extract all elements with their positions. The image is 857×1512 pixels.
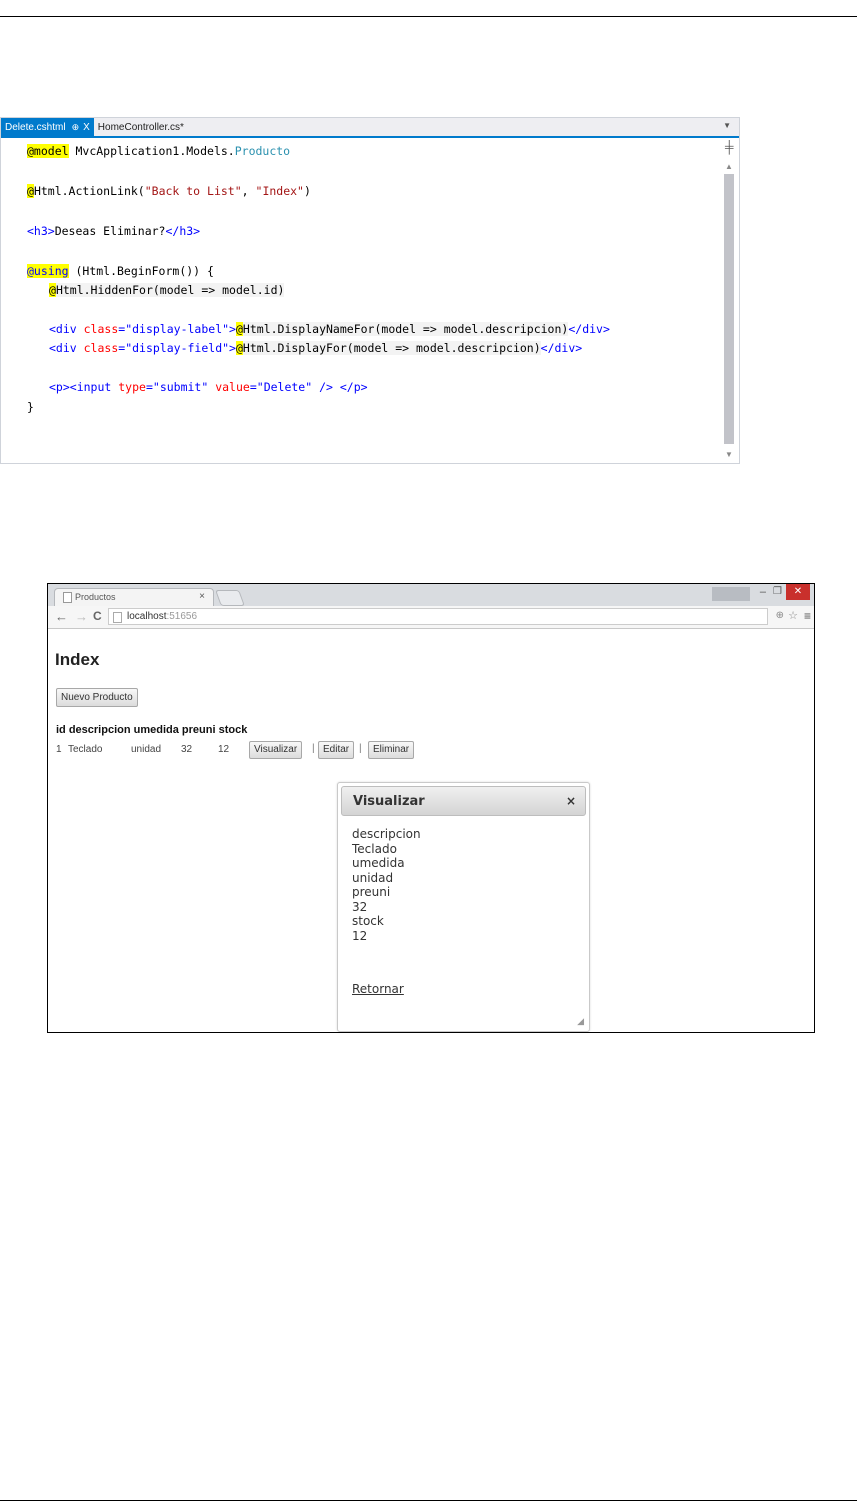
new-tab-button[interactable]: [215, 590, 245, 606]
browser-tab-title: Productos: [75, 592, 116, 602]
address-bar[interactable]: localhost:51656: [108, 608, 768, 625]
vertical-scrollbar[interactable]: ╪ ▲ ▼: [721, 138, 737, 461]
detail-label: stock: [352, 914, 384, 928]
visualizar-dialog: Visualizar × descripcion Teclado umedida…: [337, 782, 590, 1032]
zoom-icon[interactable]: ⊕: [776, 610, 784, 621]
reload-icon[interactable]: C: [93, 609, 102, 623]
detail-label: preuni: [352, 885, 391, 899]
minimize-icon[interactable]: –: [760, 586, 766, 598]
back-arrow-icon[interactable]: ←: [55, 609, 68, 624]
top-rule: [0, 16, 857, 17]
code-line-9: }: [27, 400, 34, 414]
code-line-4: @using (Html.BeginForm()) {: [27, 264, 214, 278]
dialog-title-bar[interactable]: Visualizar ×: [341, 786, 586, 816]
cell-preuni: 32: [181, 744, 193, 755]
code-line-3: <h3>Deseas Eliminar?</h3>: [27, 224, 201, 238]
user-profile-button[interactable]: [712, 587, 750, 601]
dialog-title: Visualizar: [353, 794, 425, 809]
bottom-rule: [0, 1500, 857, 1501]
chevron-down-icon[interactable]: ▼: [723, 121, 731, 130]
separator: |: [312, 743, 315, 754]
cell-umedida: unidad: [131, 744, 162, 755]
scrollbar-thumb[interactable]: [724, 174, 734, 444]
code-editor-window: Delete.cshtml ⊕ X HomeController.cs* ▼ @…: [0, 117, 740, 464]
tab-homecontroller[interactable]: HomeController.cs*: [94, 118, 188, 136]
pin-icon[interactable]: ⊕: [72, 122, 80, 133]
forward-arrow-icon[interactable]: →: [75, 609, 88, 624]
delete-button[interactable]: Eliminar: [368, 741, 415, 759]
page-icon: [63, 592, 72, 603]
cell-descripcion: Teclado: [68, 744, 103, 755]
edit-button[interactable]: Editar: [318, 741, 355, 759]
scroll-down-icon[interactable]: ▼: [725, 450, 733, 459]
split-handle-icon[interactable]: ╪: [725, 140, 734, 154]
page-title: Index: [55, 650, 100, 669]
maximize-icon[interactable]: ❐: [773, 586, 782, 597]
code-line-6: <div class="display-label">@Html.Display…: [49, 322, 610, 336]
resize-handle-icon[interactable]: ◢: [577, 1017, 584, 1027]
cell-id: 1: [56, 744, 62, 755]
separator: |: [359, 743, 362, 754]
detail-value: Teclado: [352, 841, 397, 856]
detail-value: 12: [352, 928, 368, 943]
url-text: localhost:51656: [127, 611, 198, 622]
editor-tab-bar: Delete.cshtml ⊕ X HomeController.cs* ▼: [1, 118, 739, 138]
close-icon[interactable]: X: [83, 122, 90, 133]
browser-tab-productos[interactable]: Productos ×: [54, 588, 214, 606]
code-line-1: @model MvcApplication1.Models.Producto: [27, 144, 291, 158]
close-icon[interactable]: ×: [199, 591, 205, 602]
detail-value: unidad: [352, 870, 394, 885]
window-close-button[interactable]: ✕: [786, 584, 810, 600]
detail-value: 32: [352, 899, 368, 914]
dialog-details: descripcion Teclado umedida unidad preun…: [352, 827, 421, 943]
tab-label: Delete.cshtml: [5, 121, 66, 133]
close-icon[interactable]: ×: [566, 794, 576, 808]
scroll-up-icon[interactable]: ▲: [725, 162, 733, 171]
hamburger-menu-icon[interactable]: ≡: [804, 609, 811, 623]
code-line-8: <p><input type="submit" value="Delete" /…: [49, 380, 368, 394]
new-product-button[interactable]: Nuevo Producto: [56, 688, 138, 707]
code-line-2: @Html.ActionLink("Back to List", "Index"…: [27, 184, 311, 198]
page-content: Index Nuevo Producto id descripcion umed…: [48, 629, 814, 1032]
browser-title-bar: Productos × – ❐ ✕: [48, 584, 814, 606]
code-line-7: <div class="display-field">@Html.Display…: [49, 341, 583, 355]
view-button[interactable]: Visualizar: [249, 741, 303, 759]
tab-delete-cshtml[interactable]: Delete.cshtml ⊕ X: [1, 118, 94, 136]
code-line-5: @Html.HiddenFor(model => model.id): [49, 283, 285, 297]
detail-label: umedida: [352, 856, 405, 870]
return-link[interactable]: Retornar: [352, 982, 404, 996]
cell-stock: 12: [218, 744, 230, 755]
code-area[interactable]: @model MvcApplication1.Models.Producto @…: [1, 138, 721, 463]
browser-window: Productos × – ❐ ✕ ← → C localhost:51656 …: [47, 583, 815, 1033]
star-icon[interactable]: ☆: [788, 609, 798, 622]
detail-label: descripcion: [352, 827, 421, 841]
table-header: id descripcion umedida preuni stock: [56, 724, 248, 736]
page-icon: [113, 612, 122, 623]
tab-label: HomeController.cs*: [97, 121, 184, 133]
navigation-bar: ← → C localhost:51656 ⊕ ☆ ≡: [48, 606, 814, 629]
